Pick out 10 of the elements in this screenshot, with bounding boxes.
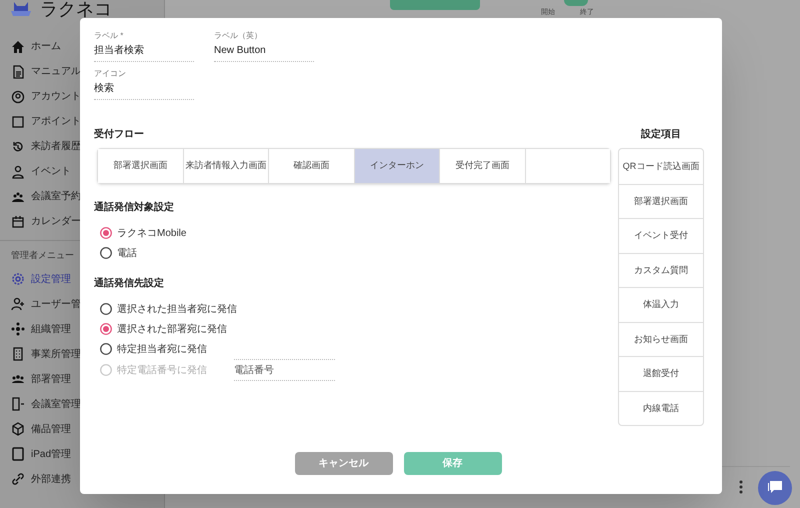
field-label: ラベル * — [94, 30, 124, 42]
radio-option: 特定電話番号に発信 — [100, 360, 234, 380]
field-label: アイコン — [94, 68, 127, 80]
section-heading: 通話発信先設定 — [94, 277, 165, 291]
section-heading: 設定項目 — [640, 128, 682, 142]
field-label: ラベル（英） — [214, 30, 263, 42]
app-logo: ラクネコ — [40, 0, 112, 18]
section-heading: 受付フロー — [94, 128, 145, 142]
section-label: 管理者メニュー — [11, 249, 74, 262]
section-heading: 通話発信対象設定 — [94, 201, 175, 215]
